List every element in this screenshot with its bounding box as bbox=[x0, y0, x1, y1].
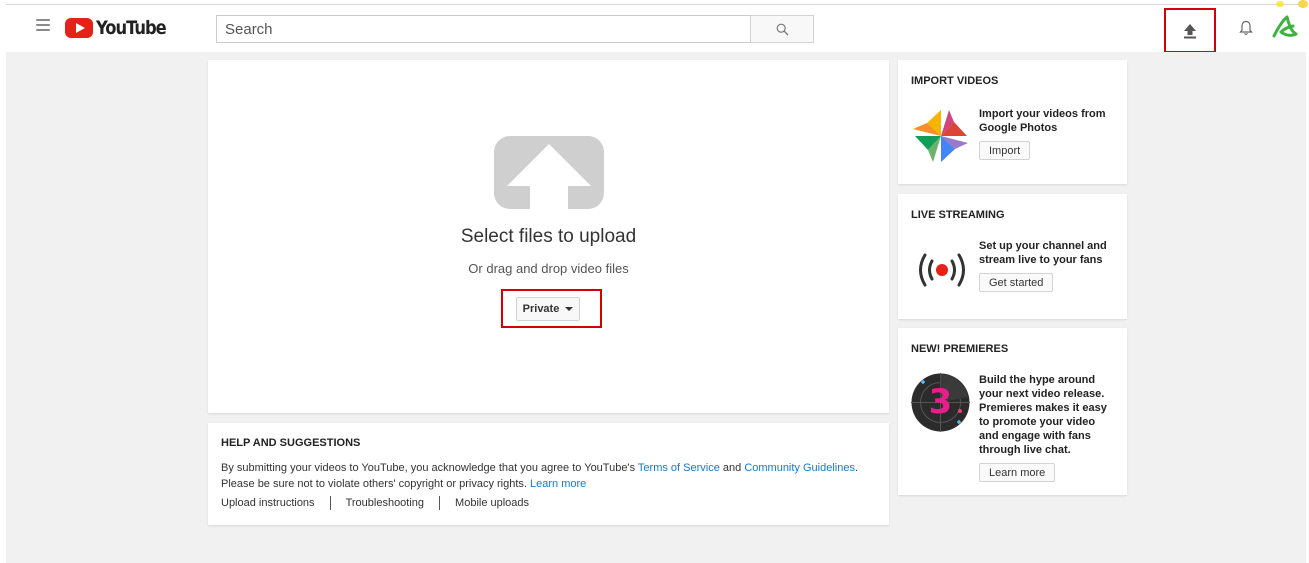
link-separator bbox=[329, 496, 331, 510]
upload-page-content: Select files to upload Or drag and drop … bbox=[6, 52, 1306, 563]
live-streaming-card: LIVE STREAMING Set up your channel and s… bbox=[898, 194, 1127, 319]
account-avatar-icon bbox=[1272, 15, 1298, 38]
notifications-button[interactable] bbox=[1236, 17, 1256, 39]
premieres-card: NEW! PREMIERES 3 Build the hype around y… bbox=[898, 328, 1127, 495]
youtube-logo[interactable]: YouTube bbox=[65, 14, 177, 42]
avatar-decoration-icon bbox=[1276, 0, 1308, 8]
terms-of-service-link[interactable]: Terms of Service bbox=[638, 462, 720, 474]
community-guidelines-link[interactable]: Community Guidelines bbox=[744, 462, 855, 474]
upload-button[interactable] bbox=[1164, 8, 1216, 53]
youtube-play-icon bbox=[65, 18, 93, 38]
upload-dropzone-card[interactable]: Select files to upload Or drag and drop … bbox=[208, 60, 889, 413]
upload-instructions-link[interactable]: Upload instructions bbox=[221, 497, 315, 509]
help-suggestions-card: HELP AND SUGGESTIONS By submitting your … bbox=[208, 423, 889, 525]
search-icon bbox=[776, 23, 788, 35]
search-input[interactable] bbox=[216, 15, 750, 43]
help-links: Upload instructions Troubleshooting Mobi… bbox=[221, 496, 529, 510]
google-photos-icon bbox=[913, 110, 968, 162]
link-separator bbox=[439, 496, 441, 510]
learn-more-link[interactable]: Learn more bbox=[530, 478, 586, 490]
live-streaming-title: LIVE STREAMING bbox=[911, 209, 1005, 221]
import-description: Import your videos from Google Photos bbox=[979, 108, 1106, 134]
import-videos-card: IMPORT VIDEOS Import your videos from Go… bbox=[898, 60, 1127, 184]
countdown-number: 3 bbox=[928, 382, 953, 422]
live-broadcast-icon bbox=[919, 253, 965, 287]
logo-text: YouTube bbox=[96, 17, 167, 39]
upload-large-icon-button[interactable] bbox=[494, 136, 604, 209]
caret-down-icon bbox=[565, 307, 574, 311]
bell-icon bbox=[1239, 20, 1253, 35]
upload-arrow-icon bbox=[1184, 23, 1196, 38]
learn-more-button[interactable]: Learn more bbox=[979, 463, 1056, 482]
get-started-button[interactable]: Get started bbox=[979, 273, 1054, 292]
upload-subtitle: Or drag and drop video files bbox=[468, 261, 629, 276]
premieres-countdown-icon: 3 bbox=[911, 373, 970, 432]
account-avatar-button[interactable] bbox=[1270, 12, 1302, 42]
help-title: HELP AND SUGGESTIONS bbox=[221, 437, 361, 449]
upload-large-icon bbox=[494, 136, 604, 209]
search-bar bbox=[216, 15, 814, 43]
import-title: IMPORT VIDEOS bbox=[911, 75, 999, 87]
troubleshooting-link[interactable]: Troubleshooting bbox=[346, 497, 424, 509]
top-bar: YouTube bbox=[0, 0, 1309, 56]
privacy-dropdown[interactable]: Private bbox=[516, 297, 580, 321]
upload-title: Select files to upload bbox=[460, 226, 637, 247]
search-button[interactable] bbox=[750, 15, 814, 43]
top-divider bbox=[6, 4, 1302, 5]
premieres-description: Build the hype around your next video re… bbox=[979, 374, 1107, 456]
premieres-title: NEW! PREMIERES bbox=[911, 343, 1009, 355]
live-streaming-description: Set up your channel and stream live to y… bbox=[979, 240, 1107, 266]
hamburger-menu-icon[interactable] bbox=[36, 19, 50, 31]
import-button[interactable]: Import bbox=[979, 141, 1031, 160]
privacy-dropdown-label: Private bbox=[522, 303, 560, 315]
mobile-uploads-link[interactable]: Mobile uploads bbox=[455, 497, 529, 509]
help-text: By submitting your videos to YouTube, yo… bbox=[221, 462, 859, 490]
